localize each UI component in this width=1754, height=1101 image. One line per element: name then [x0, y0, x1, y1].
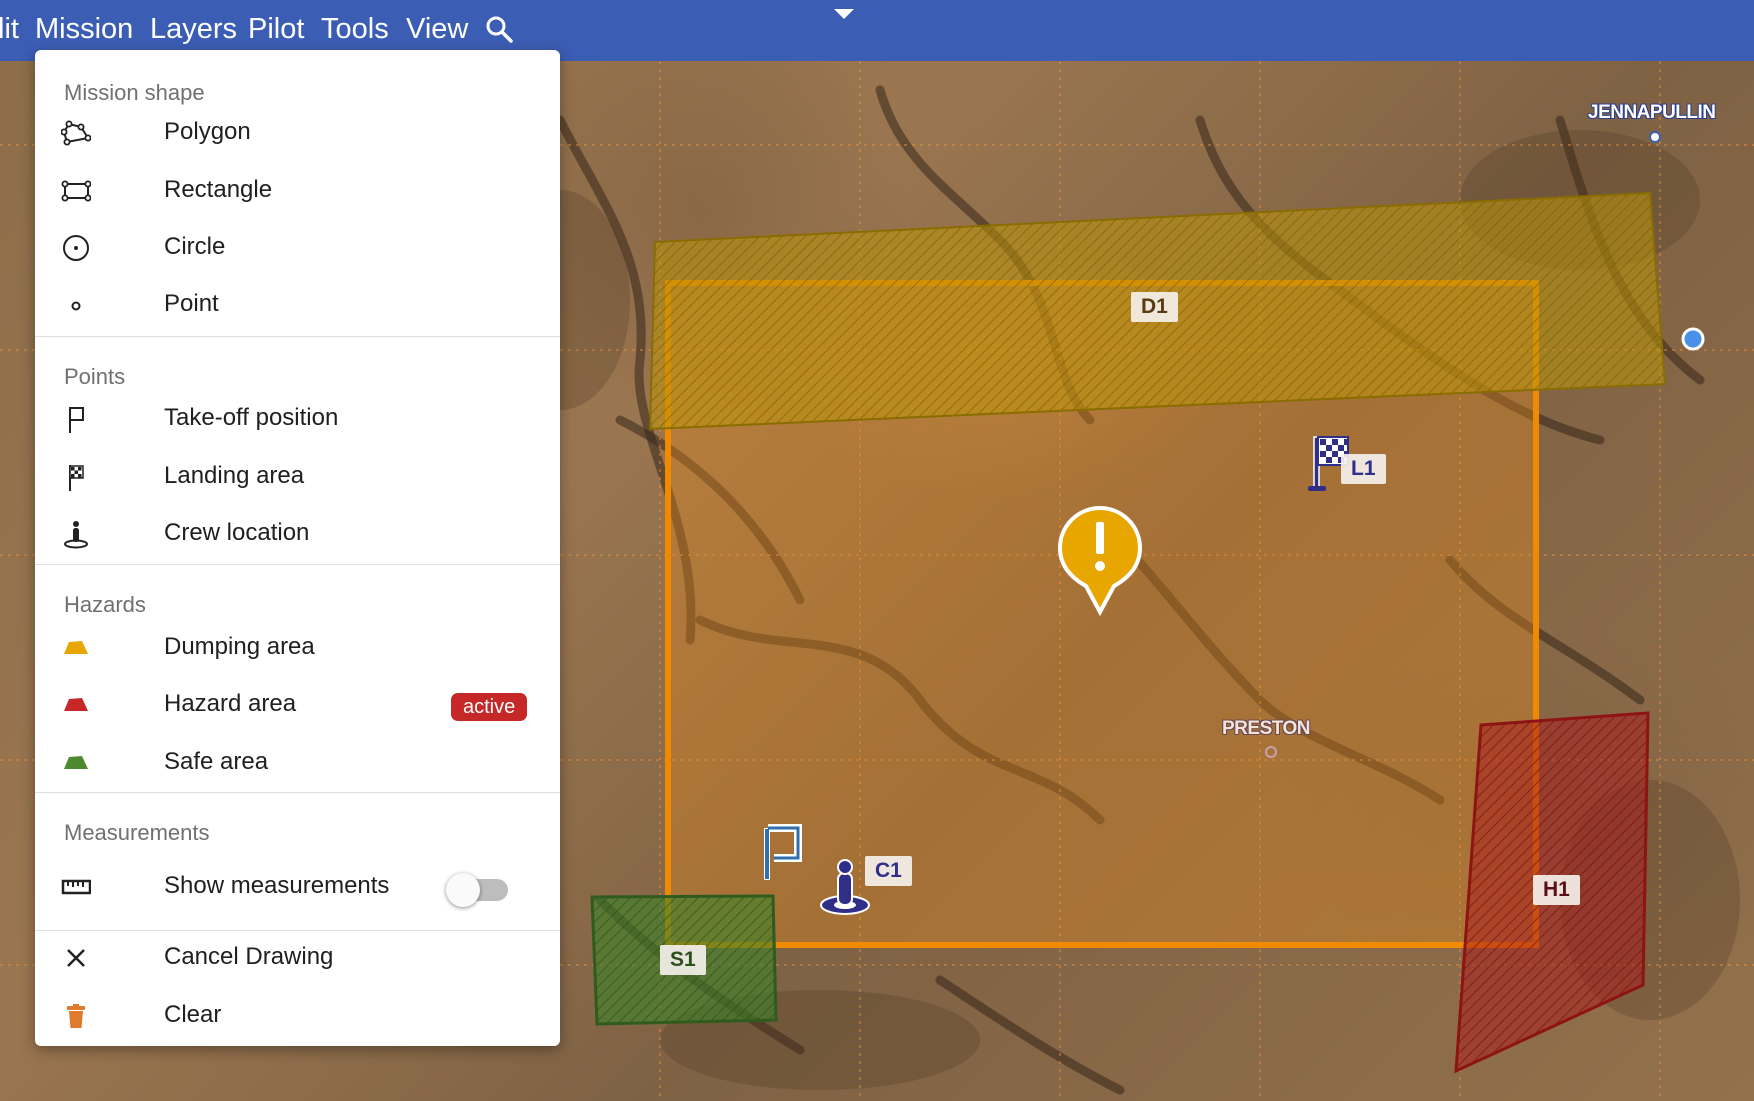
- hazard-area-icon: [64, 698, 88, 711]
- menu-item-clear[interactable]: Clear: [35, 989, 560, 1043]
- menu-item-label: Landing area: [164, 462, 305, 489]
- menu-item-polygon[interactable]: Polygon: [35, 106, 560, 160]
- crew-icon: [64, 521, 88, 549]
- menu-item-label: Cancel Drawing: [164, 943, 334, 970]
- dumping-area-label: D1: [1131, 292, 1178, 322]
- active-badge: active: [451, 693, 528, 721]
- menu-view[interactable]: View: [406, 12, 468, 46]
- mission-menu: Mission shape Polygon Rectangle Circle P…: [35, 50, 560, 1046]
- menu-item-label: Take-off position: [164, 404, 339, 431]
- search-icon[interactable]: [484, 14, 514, 44]
- menu-item-crew-location[interactable]: Crew location: [35, 507, 560, 561]
- section-title-points: Points: [64, 364, 126, 389]
- menu-item-dumping-area[interactable]: Dumping area: [35, 621, 560, 675]
- rectangle-icon: [61, 180, 91, 202]
- place-preston: PRESTON: [1222, 718, 1311, 739]
- menu-item-rectangle[interactable]: Rectangle: [35, 164, 560, 218]
- polygon-icon: [61, 120, 91, 146]
- divider: [35, 792, 560, 793]
- show-measurements-toggle[interactable]: [446, 873, 508, 907]
- menu-item-cancel-drawing[interactable]: Cancel Drawing: [35, 931, 560, 985]
- hazard-area-label: H1: [1533, 875, 1580, 905]
- ruler-icon: [61, 879, 91, 895]
- menu-item-label: Circle: [164, 233, 226, 260]
- safe-area-icon: [64, 756, 88, 769]
- close-icon: [67, 949, 85, 967]
- menu-mission[interactable]: Mission: [35, 12, 133, 46]
- takeoff-flag-icon: [69, 407, 84, 433]
- menu-item-label: Hazard area: [164, 690, 297, 717]
- menu-layers[interactable]: Layers: [150, 12, 237, 46]
- place-jennapullin: JENNAPULLIN: [1588, 102, 1716, 123]
- menu-item-show-measurements[interactable]: Show measurements: [35, 860, 560, 914]
- section-title-hazards: Hazards: [64, 592, 146, 617]
- menu-item-takeoff-position[interactable]: Take-off position: [35, 392, 560, 446]
- menu-item-point[interactable]: Point: [35, 278, 560, 332]
- menu-item-label: Safe area: [164, 748, 269, 775]
- circle-icon: [63, 235, 89, 261]
- section-title-mission-shape: Mission shape: [64, 80, 205, 105]
- menu-item-label: Polygon: [164, 118, 251, 145]
- menu-item-label: Crew location: [164, 519, 310, 546]
- menu-item-label: Show measurements: [164, 872, 390, 899]
- caret-down-icon[interactable]: [832, 7, 856, 21]
- divider: [35, 564, 560, 565]
- menu-item-hazard-area[interactable]: Hazard area active: [35, 678, 560, 732]
- menu-pilot[interactable]: Pilot: [248, 12, 304, 46]
- menu-item-label: Dumping area: [164, 633, 315, 660]
- menu-tools[interactable]: Tools: [321, 12, 389, 46]
- trash-icon: [67, 1004, 85, 1028]
- dumping-area-icon: [64, 641, 88, 654]
- crew-location-label: C1: [865, 856, 912, 886]
- menu-item-safe-area[interactable]: Safe area: [35, 736, 560, 790]
- checkered-flag-icon: [69, 465, 84, 491]
- jennapullin-dot: [1649, 131, 1661, 143]
- menu-item-label: Point: [164, 290, 219, 317]
- safe-area-label: S1: [660, 945, 706, 975]
- section-title-measurements: Measurements: [64, 820, 210, 845]
- toggle-knob: [446, 873, 480, 907]
- divider: [35, 336, 560, 337]
- menu-item-label: Clear: [164, 1001, 222, 1028]
- menu-edit[interactable]: lit: [0, 12, 19, 46]
- menu-item-label: Rectangle: [164, 176, 273, 203]
- menu-item-circle[interactable]: Circle: [35, 221, 560, 275]
- menu-item-landing-area[interactable]: Landing area: [35, 450, 560, 504]
- location-dot: [1681, 327, 1705, 351]
- point-icon: [71, 301, 81, 311]
- landing-area-label: L1: [1341, 454, 1386, 484]
